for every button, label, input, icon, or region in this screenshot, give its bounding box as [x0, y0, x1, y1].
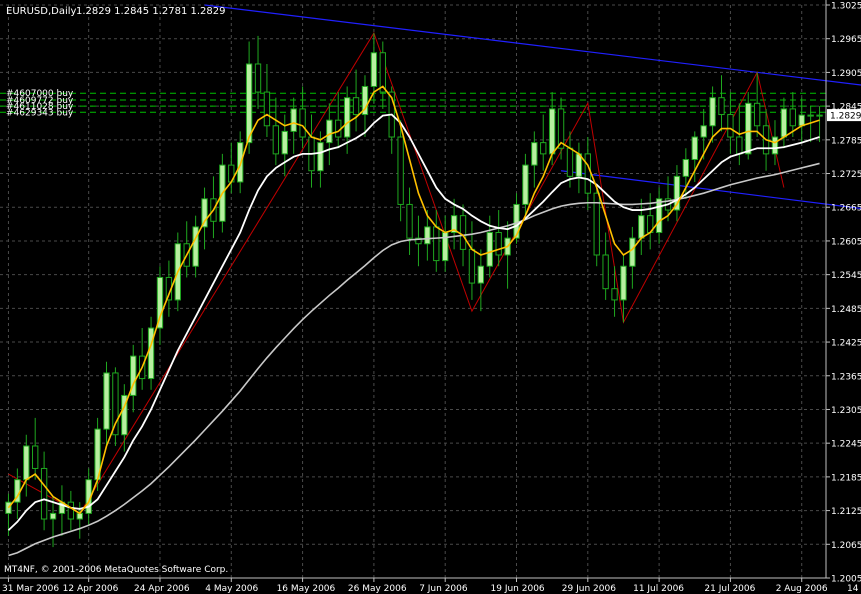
candle-body [807, 114, 814, 117]
candle-body [602, 254, 609, 290]
candle-body [67, 501, 75, 520]
candle-body [49, 512, 57, 520]
candle-body [424, 226, 431, 245]
candle-body [147, 327, 155, 380]
candle-body [32, 445, 39, 469]
candle-body [103, 372, 110, 430]
x-tick-label: 29 Jun 2006 [562, 584, 616, 594]
candle-body [370, 52, 378, 87]
price-chart: #4607000 buy#4609772 buy#4611028 buy#462… [0, 0, 861, 594]
candle-body [397, 136, 404, 205]
y-tick-label: 1.2245 [831, 440, 861, 450]
y-tick-label: 1.2965 [831, 35, 861, 45]
candle-body [727, 114, 734, 138]
candle-body [736, 136, 743, 155]
candle-body [540, 142, 547, 155]
candle-body [406, 203, 413, 239]
y-tick-label: 1.2305 [831, 406, 861, 416]
candle-body [317, 142, 324, 172]
x-tick-label: 14 Aug 2006 [847, 584, 861, 594]
x-tick-label: 7 Jun 2006 [419, 584, 468, 594]
y-tick-label: 1.2905 [831, 69, 861, 79]
candle-body [531, 142, 538, 166]
y-tick-label: 1.2425 [831, 339, 861, 349]
x-tick-label: 2 Aug 2006 [776, 584, 828, 594]
copyright-text: MT4NF, © 2001-2006 MetaQuotes Software C… [4, 565, 228, 575]
candle-body [263, 91, 271, 127]
candle-body [290, 108, 297, 132]
candle-body [798, 114, 805, 127]
candle-body [753, 102, 761, 127]
candle-body [629, 237, 636, 267]
candle-body [433, 226, 440, 262]
y-tick-label: 1.2665 [831, 204, 861, 214]
x-tick-label: 26 May 2006 [348, 584, 407, 594]
x-tick-label: 21 Jul 2006 [704, 584, 755, 594]
y-tick-label: 1.2125 [831, 507, 861, 517]
candle-body [468, 248, 476, 284]
candle-body [254, 63, 262, 93]
y-tick-label: 1.2545 [831, 271, 861, 281]
candle-body [299, 108, 306, 138]
candle-body [611, 288, 618, 301]
candle-body [700, 125, 707, 138]
candle-body [682, 158, 690, 177]
candle-body [272, 125, 280, 155]
candle-body [5, 501, 12, 514]
candle-body [23, 445, 30, 481]
x-tick-label: 24 Apr 2006 [134, 584, 190, 594]
y-tick-label: 1.2485 [831, 305, 861, 315]
candle-body [352, 97, 360, 116]
candle [147, 316, 155, 390]
candle [593, 187, 600, 267]
candle-body [620, 265, 627, 301]
ohlc-readout: 1.2829 1.2845 1.2781 1.2829 [76, 6, 226, 17]
candle-body [780, 108, 788, 138]
symbol-label: EURUSD,Daily [6, 6, 77, 17]
candle-body [638, 215, 645, 239]
candle [112, 367, 119, 446]
candle-body [566, 147, 574, 177]
candle-body [816, 114, 823, 117]
y-tick-label: 1.2605 [831, 237, 861, 247]
last-price-label: 1.2829 [830, 112, 861, 122]
y-tick-label: 1.2065 [831, 541, 861, 551]
candle-body [655, 198, 663, 234]
y-tick-label: 1.3025 [831, 2, 861, 12]
candle-body [584, 153, 591, 194]
candle-body [245, 63, 253, 144]
order-label: #4629343 buy [6, 108, 74, 118]
candle-body [789, 108, 796, 127]
x-tick-label: 16 May 2006 [277, 584, 336, 594]
y-tick-label: 1.2725 [831, 170, 861, 180]
y-tick-label: 1.2365 [831, 372, 861, 382]
candle-body [326, 119, 333, 144]
x-tick-label: 19 Jun 2006 [491, 584, 545, 594]
candle-body [486, 232, 493, 267]
candle-body [718, 97, 725, 116]
candle-body [745, 102, 752, 155]
x-tick-label: 12 Apr 2006 [63, 584, 119, 594]
candle-body [548, 108, 556, 155]
candle-body [691, 136, 698, 160]
y-tick-label: 1.2005 [831, 575, 861, 585]
x-tick-label: 11 Jul 2006 [633, 584, 684, 594]
candle-body [522, 164, 529, 205]
candle-body [709, 97, 716, 127]
candle-body [343, 97, 351, 138]
x-tick-label: 31 Mar 2006 [2, 584, 59, 594]
candle-body [771, 136, 779, 155]
candle-body [477, 265, 485, 284]
candle-body [237, 142, 244, 183]
candle-body [495, 232, 502, 256]
candle-body [40, 467, 48, 520]
candle-body [281, 130, 288, 155]
chart-background [0, 0, 861, 594]
candle-body [192, 226, 199, 267]
y-tick-label: 1.2185 [831, 473, 861, 483]
x-tick-label: 4 May 2006 [205, 584, 258, 594]
candle-body [459, 215, 467, 250]
y-tick-label: 1.2785 [831, 136, 861, 146]
